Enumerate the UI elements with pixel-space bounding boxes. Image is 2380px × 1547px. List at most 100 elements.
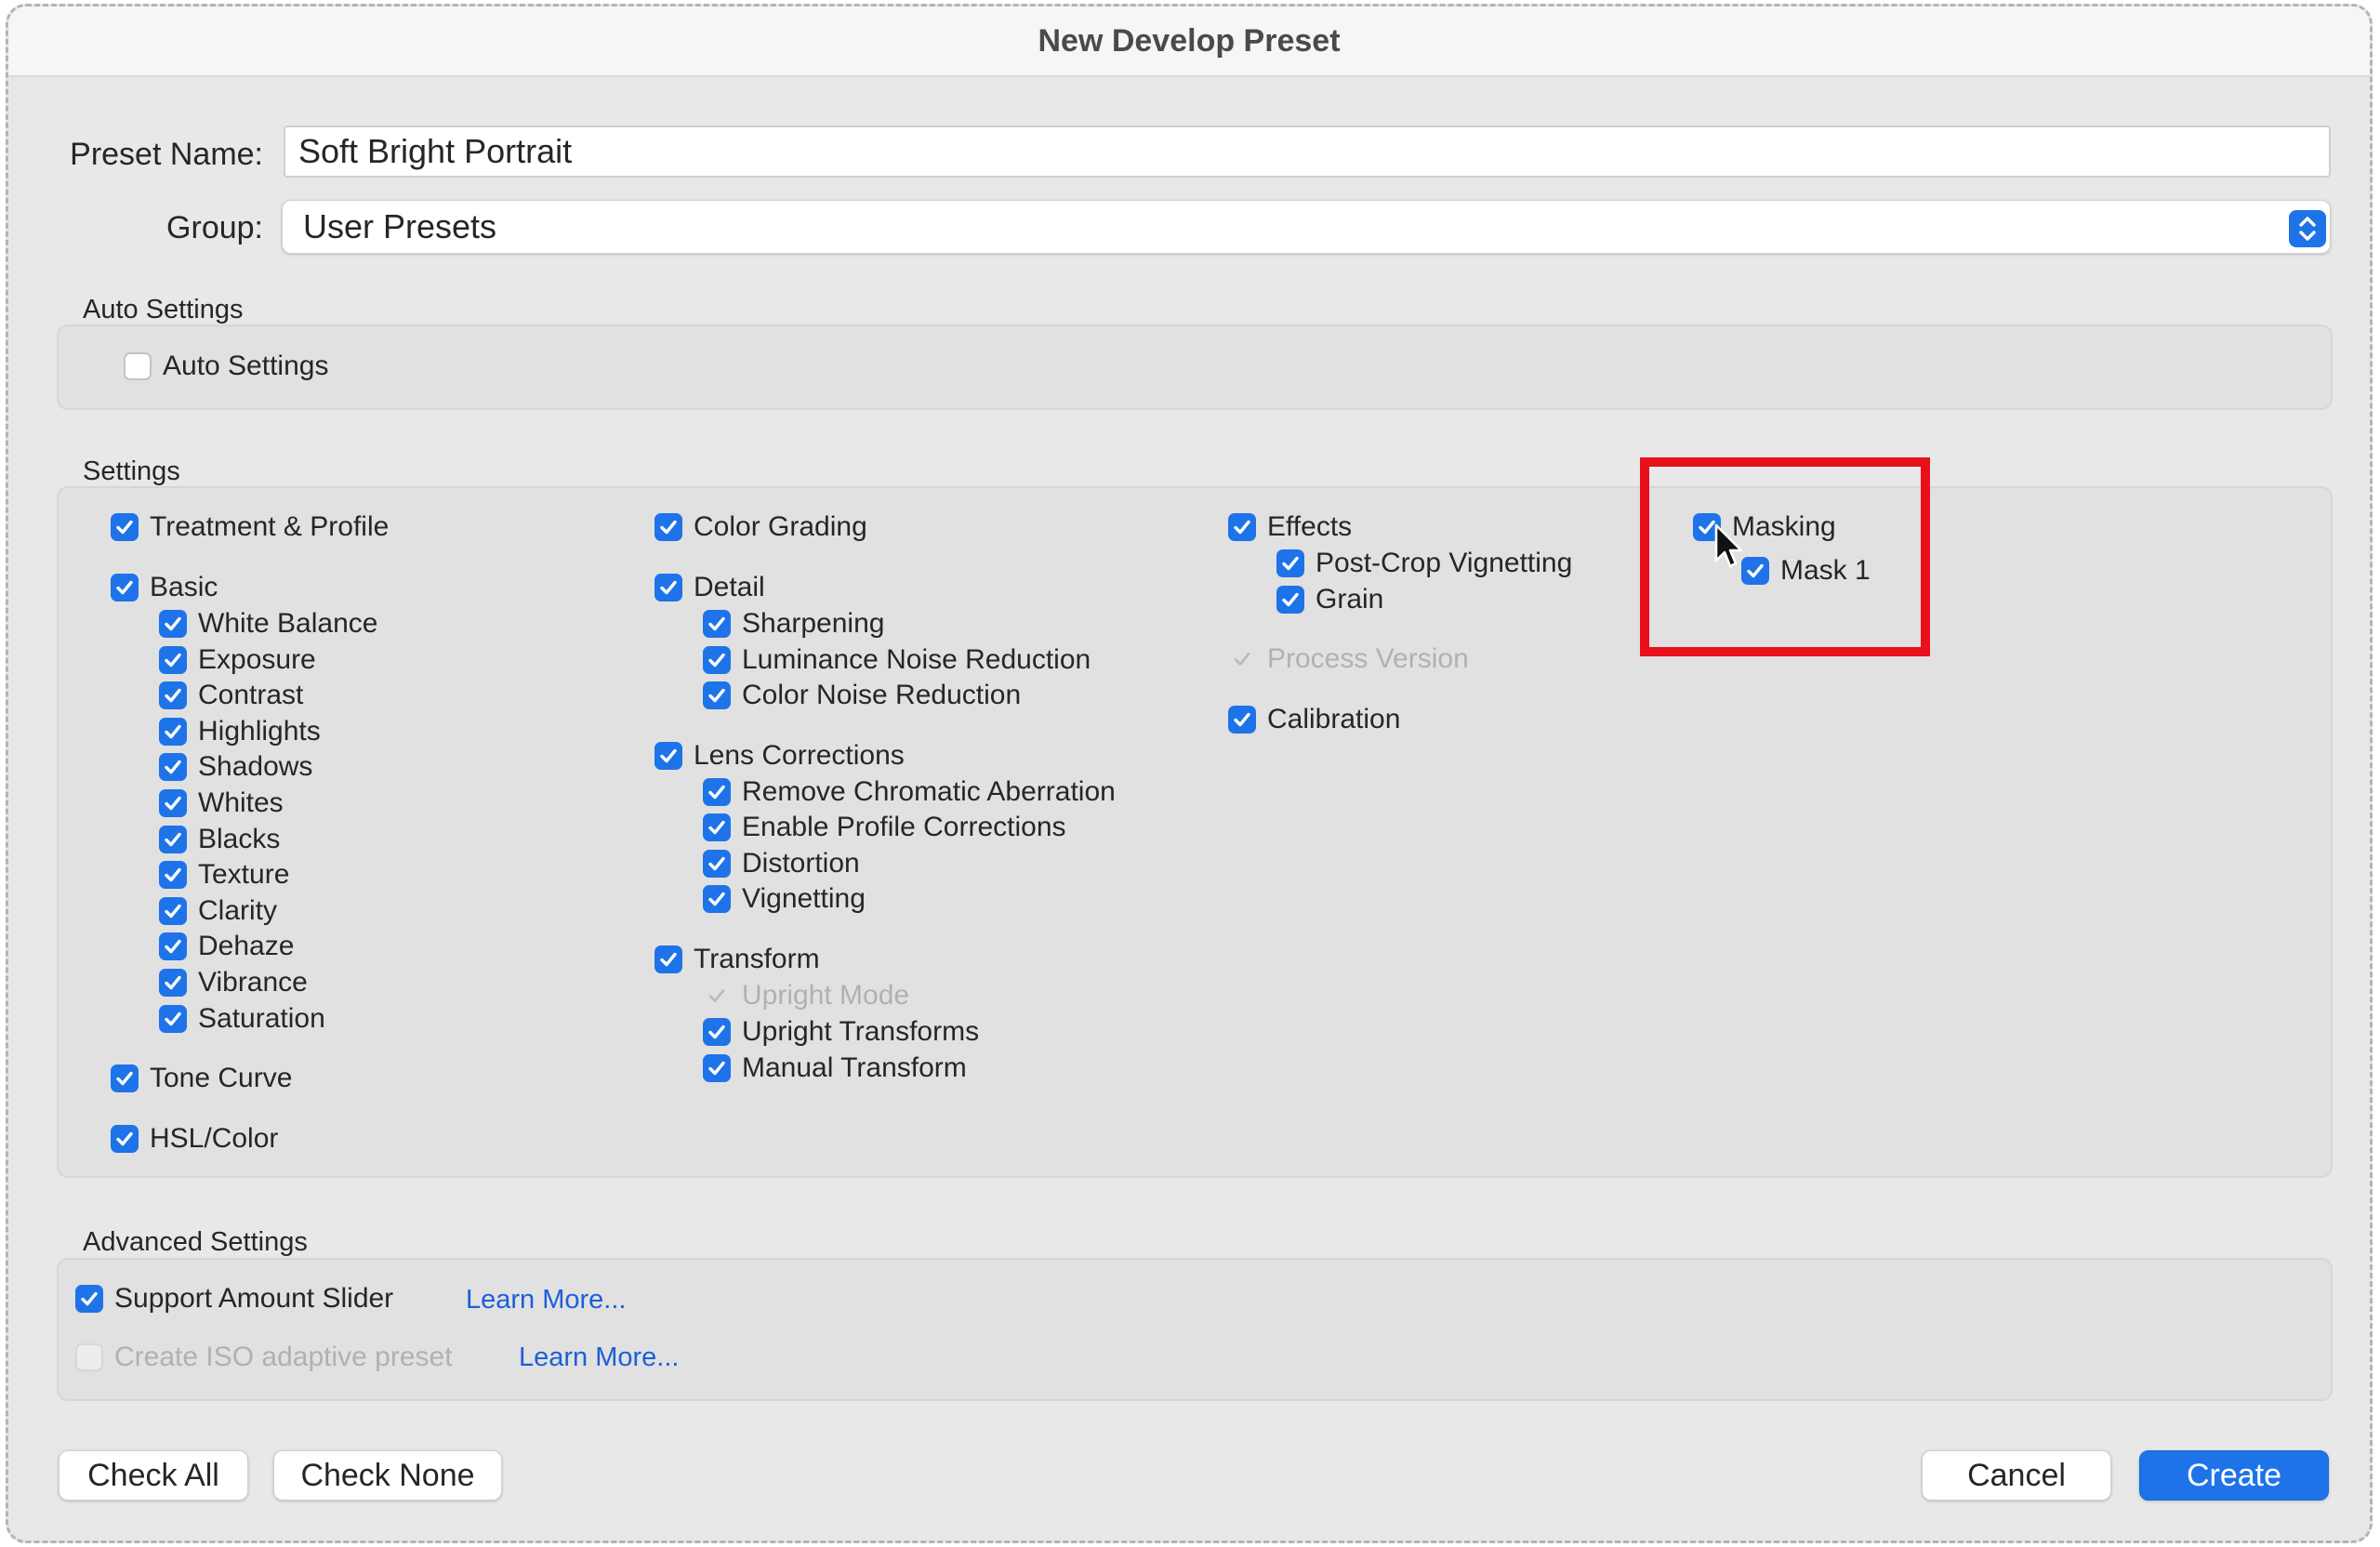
checkbox-label: Highlights <box>198 716 321 747</box>
checkbox-saturation[interactable]: Saturation <box>159 1003 325 1035</box>
checkbox-label: Transform <box>694 944 820 974</box>
checkbox-label: Tone Curve <box>150 1063 293 1093</box>
checkmark-icon <box>75 1285 103 1313</box>
checkbox-label: Detail <box>694 572 765 602</box>
checkbox-sharpening[interactable]: Sharpening <box>703 608 884 640</box>
checkbox-luminance-noise-reduction[interactable]: Luminance Noise Reduction <box>703 644 1091 676</box>
checkmark-icon <box>159 932 187 960</box>
checkbox-manual-transform[interactable]: Manual Transform <box>703 1052 967 1084</box>
checkbox-label: Distortion <box>742 848 860 879</box>
checkmark-disabled-icon <box>703 982 731 1010</box>
checkmark-icon <box>703 681 731 709</box>
checkbox-label: Contrast <box>198 680 304 710</box>
check-none-button[interactable]: Check None <box>273 1450 502 1501</box>
preset-name-input[interactable] <box>284 126 2331 178</box>
checkmark-icon <box>703 610 731 638</box>
checkbox-grain[interactable]: Grain <box>1276 584 1383 615</box>
checkmark-icon <box>703 646 731 674</box>
cancel-button[interactable]: Cancel <box>1922 1450 2111 1501</box>
checkbox-lens-corrections[interactable]: Lens Corrections <box>654 740 905 772</box>
checkbox-clarity[interactable]: Clarity <box>159 895 277 927</box>
new-develop-preset-dialog: New Develop Preset Preset Name: Group: U… <box>6 4 2373 1543</box>
checkmark-icon <box>159 1005 187 1033</box>
checkmark-icon <box>159 681 187 709</box>
checkbox-label: Color Grading <box>694 511 867 542</box>
checkbox-label: Calibration <box>1267 704 1401 734</box>
checkbox-calibration[interactable]: Calibration <box>1228 704 1400 735</box>
checkbox-label: Dehaze <box>198 931 295 961</box>
checkbox-detail[interactable]: Detail <box>654 572 765 603</box>
checkbox-upright-mode: Upright Mode <box>703 980 909 1012</box>
checkbox-contrast[interactable]: Contrast <box>159 680 303 711</box>
checkbox-label: Enable Profile Corrections <box>742 812 1066 842</box>
checkbox-remove-chromatic-aberration[interactable]: Remove Chromatic Aberration <box>703 776 1116 808</box>
checkmark-icon <box>703 1018 731 1046</box>
checkbox-tone-curve[interactable]: Tone Curve <box>111 1063 292 1094</box>
checkbox-texture[interactable]: Texture <box>159 859 289 891</box>
checkbox-unchecked-icon <box>124 352 152 380</box>
learn-more-link-iso[interactable]: Learn More... <box>519 1342 679 1373</box>
checkbox-disabled-icon <box>75 1343 103 1371</box>
checkbox-basic[interactable]: Basic <box>111 572 218 603</box>
advanced-settings-title: Advanced Settings <box>83 1227 308 1257</box>
checkmark-icon <box>1276 549 1304 577</box>
checkbox-label: Exposure <box>198 644 316 675</box>
checkmark-icon <box>703 778 731 806</box>
checkbox-transform[interactable]: Transform <box>654 944 820 975</box>
create-button[interactable]: Create <box>2139 1450 2329 1501</box>
checkbox-shadows[interactable]: Shadows <box>159 751 312 783</box>
checkmark-icon <box>703 1054 731 1082</box>
check-all-button[interactable]: Check All <box>59 1450 248 1501</box>
checkbox-vignetting[interactable]: Vignetting <box>703 883 866 915</box>
checkbox-label: Blacks <box>198 824 281 854</box>
checkbox-support-amount-slider[interactable]: Support Amount Slider <box>75 1283 393 1315</box>
checkbox-distortion[interactable]: Distortion <box>703 848 860 879</box>
checkmark-icon <box>654 742 682 770</box>
checkbox-label: Upright Mode <box>742 980 910 1011</box>
checkbox-effects[interactable]: Effects <box>1228 511 1352 543</box>
checkbox-post-crop-vignetting[interactable]: Post-Crop Vignetting <box>1276 548 1572 579</box>
checkmark-icon <box>159 789 187 817</box>
checkbox-label: Whites <box>198 787 284 818</box>
checkbox-color-noise-reduction[interactable]: Color Noise Reduction <box>703 680 1021 711</box>
checkbox-exposure[interactable]: Exposure <box>159 644 316 676</box>
checkbox-dehaze[interactable]: Dehaze <box>159 931 294 962</box>
checkbox-label: Shadows <box>198 751 313 782</box>
group-label: Group: <box>166 210 263 245</box>
checkbox-blacks[interactable]: Blacks <box>159 824 280 855</box>
group-select[interactable]: User Presets <box>282 200 2331 254</box>
checkbox-highlights[interactable]: Highlights <box>159 716 321 747</box>
auto-settings-checkbox[interactable]: Auto Settings <box>124 350 328 382</box>
checkbox-label: Effects <box>1267 511 1353 542</box>
checkbox-whites[interactable]: Whites <box>159 787 284 819</box>
checkbox-treatment-profile[interactable]: Treatment & Profile <box>111 511 389 543</box>
checkbox-label: Saturation <box>198 1003 325 1034</box>
checkbox-label: Sharpening <box>742 608 885 639</box>
preset-name-label: Preset Name: <box>70 137 263 172</box>
checkmark-icon <box>159 646 187 674</box>
chevron-updown-icon <box>2289 210 2326 247</box>
checkmark-icon <box>703 885 731 913</box>
checkbox-hsl-color[interactable]: HSL/Color <box>111 1123 278 1155</box>
checkbox-label: Luminance Noise Reduction <box>742 644 1091 675</box>
checkbox-color-grading[interactable]: Color Grading <box>654 511 867 543</box>
checkbox-label: White Balance <box>198 608 378 639</box>
checkmark-icon <box>159 718 187 746</box>
checkmark-disabled-icon <box>1228 645 1256 673</box>
checkbox-label: Texture <box>198 859 290 890</box>
learn-more-link-amount[interactable]: Learn More... <box>466 1285 626 1316</box>
checkbox-label: Clarity <box>198 895 278 926</box>
checkbox-process-version: Process Version <box>1228 643 1469 675</box>
checkmark-icon <box>1276 586 1304 614</box>
checkmark-icon <box>159 897 187 925</box>
checkbox-label: Basic <box>150 572 218 602</box>
checkbox-white-balance[interactable]: White Balance <box>159 608 377 640</box>
checkmark-icon <box>111 513 139 541</box>
checkmark-icon <box>703 813 731 841</box>
checkbox-enable-profile-corrections[interactable]: Enable Profile Corrections <box>703 812 1066 843</box>
checkbox-upright-transforms[interactable]: Upright Transforms <box>703 1016 979 1048</box>
checkmark-icon <box>111 1125 139 1153</box>
settings-title: Settings <box>83 456 180 486</box>
auto-settings-label: Auto Settings <box>163 350 329 381</box>
checkbox-vibrance[interactable]: Vibrance <box>159 967 308 998</box>
